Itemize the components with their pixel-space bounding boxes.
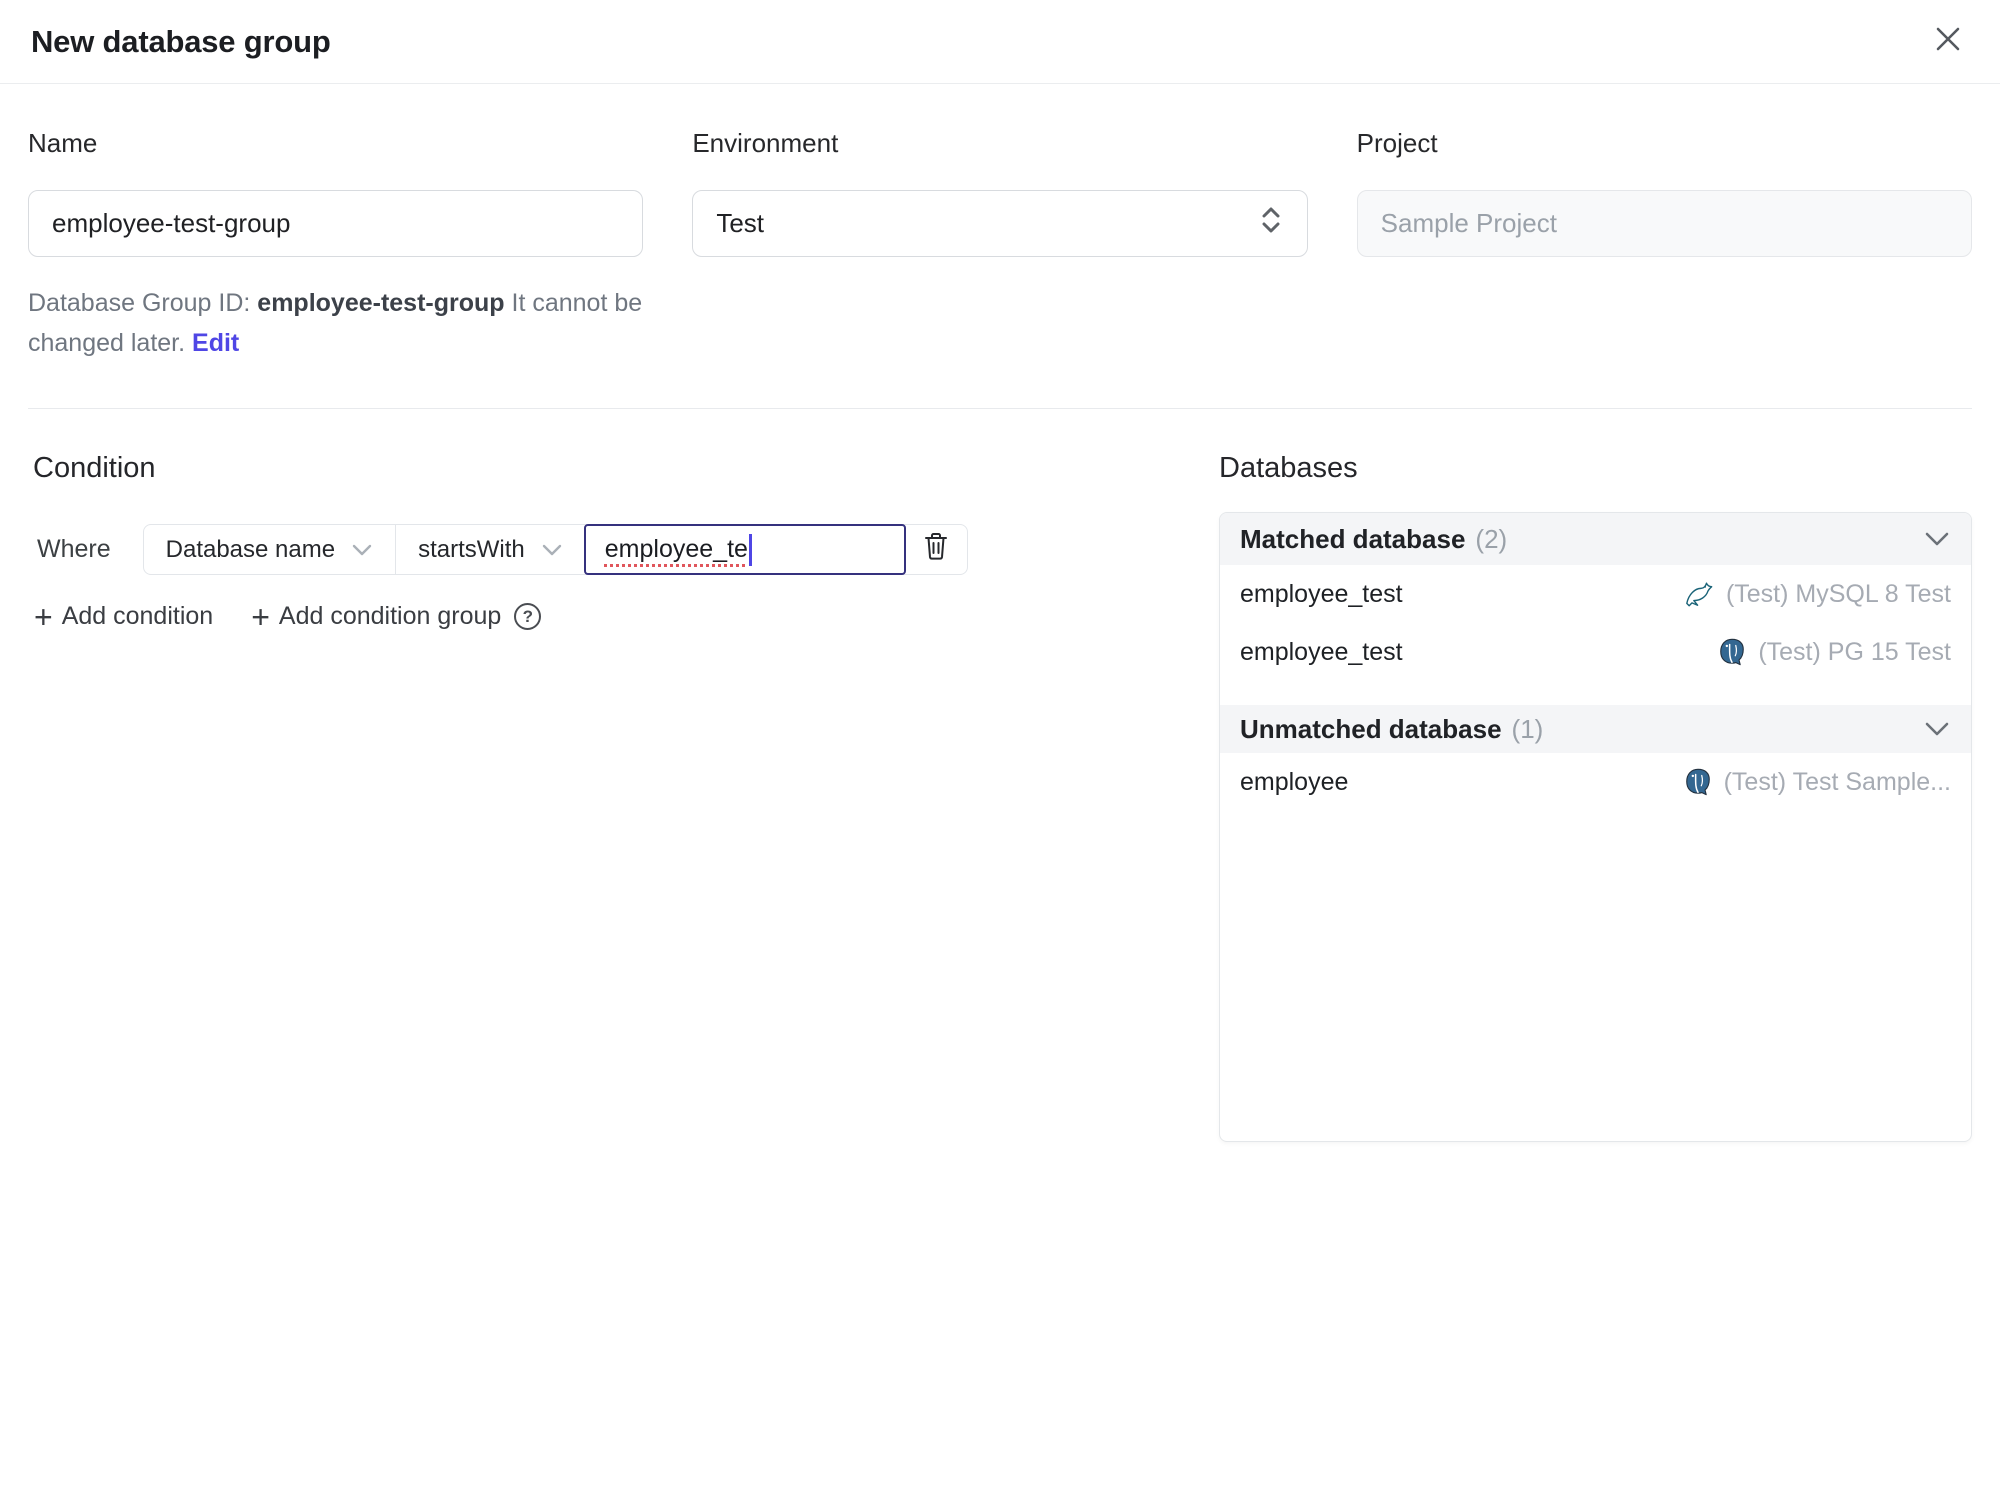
chevron-down-icon (1923, 720, 1951, 738)
chevron-down-icon (1923, 530, 1951, 548)
content-row: Condition Where Database name startsWith (0, 452, 2000, 1142)
edit-id-link[interactable]: Edit (192, 329, 239, 357)
close-button[interactable] (1926, 20, 1970, 64)
mysql-icon (1683, 579, 1715, 609)
matched-database-title: Matched database (1240, 523, 1466, 554)
add-condition-label: Add condition (61, 602, 214, 630)
database-row: employee (Test) Test Sample... (1220, 753, 1971, 811)
environment-column: Environment Test (692, 128, 1308, 257)
plus-icon: + (34, 598, 53, 635)
databases-section: Databases Matched database (2) employee_… (1219, 452, 1972, 1142)
database-instance: (Test) Test Sample... (1683, 767, 1951, 797)
condition-heading: Condition (33, 452, 156, 484)
database-row: employee_test (Test) PG 15 Test (1220, 623, 1971, 681)
condition-value-input[interactable]: employee_te (583, 524, 906, 575)
project-value: Sample Project (1380, 208, 1557, 238)
text-cursor (748, 533, 752, 566)
condition-row: Where Database name startsWith employee_… (28, 524, 1219, 575)
condition-actions-row: + Add condition + Add condition group ? (28, 598, 1219, 635)
database-name: employee_test (1240, 579, 1403, 608)
where-label: Where (37, 535, 111, 563)
add-condition-group-label: Add condition group (278, 602, 502, 630)
condition-field-dropdown[interactable]: Database name (144, 525, 397, 574)
form-row: Name Environment Test Project Sample Pro… (0, 128, 2000, 257)
condition-operator-value: startsWith (418, 535, 525, 563)
project-label: Project (1356, 128, 1438, 158)
database-instance-label: (Test) MySQL 8 Test (1725, 579, 1951, 608)
dialog-header: New database group (0, 0, 2000, 84)
chevron-down-icon (351, 536, 373, 564)
database-row: employee_test (Test) MySQL 8 Test (1220, 565, 1971, 623)
database-instance: (Test) PG 15 Test (1717, 637, 1951, 667)
project-field[interactable]: Sample Project (1356, 190, 1972, 257)
add-condition-group-button[interactable]: + Add condition group ? (251, 598, 542, 635)
dialog-title: New database group (31, 23, 331, 59)
name-input[interactable] (28, 190, 644, 257)
environment-value: Test (716, 208, 765, 238)
matched-database-count: (2) (1475, 523, 1508, 554)
name-column: Name (28, 128, 644, 257)
database-name: employee (1240, 767, 1349, 796)
condition-value-text: employee_te (604, 535, 748, 563)
section-divider (28, 408, 1972, 409)
selector-updown-icon (1258, 205, 1284, 242)
help-icon[interactable]: ? (514, 603, 542, 630)
id-note-value: employee-test-group (257, 289, 505, 317)
delete-condition-button[interactable] (905, 525, 967, 574)
unmatched-database-count: (1) (1511, 713, 1544, 744)
condition-expression-group: Database name startsWith employee_te (142, 524, 968, 575)
database-instance: (Test) MySQL 8 Test (1683, 579, 1951, 609)
database-name: employee_test (1240, 637, 1403, 666)
unmatched-database-title: Unmatched database (1240, 713, 1502, 744)
environment-select[interactable]: Test (692, 190, 1308, 257)
condition-section: Condition Where Database name startsWith (28, 452, 1219, 635)
project-column: Project Sample Project (1356, 128, 1972, 257)
add-condition-button[interactable]: + Add condition (34, 598, 214, 635)
plus-icon: + (251, 598, 270, 635)
id-note-prefix: Database Group ID: (28, 289, 258, 317)
unmatched-database-header[interactable]: Unmatched database (1) (1220, 705, 1971, 753)
trash-icon (922, 531, 950, 568)
database-instance-label: (Test) PG 15 Test (1758, 637, 1951, 666)
chevron-down-icon (541, 536, 563, 564)
postgresql-icon (1683, 767, 1713, 797)
database-group-id-note: Database Group ID: employee-test-group I… (28, 283, 648, 363)
matched-database-header[interactable]: Matched database (2) (1220, 513, 1971, 565)
close-icon (1933, 24, 1963, 59)
databases-panel: Matched database (2) employee_test (Test… (1219, 512, 1972, 1142)
condition-field-value: Database name (165, 535, 336, 563)
database-instance-label: (Test) Test Sample... (1723, 767, 1951, 796)
postgresql-icon (1717, 637, 1747, 667)
condition-operator-dropdown[interactable]: startsWith (396, 525, 585, 574)
environment-label: Environment (692, 128, 839, 158)
databases-heading: Databases (1219, 452, 1358, 484)
name-label: Name (28, 128, 98, 158)
